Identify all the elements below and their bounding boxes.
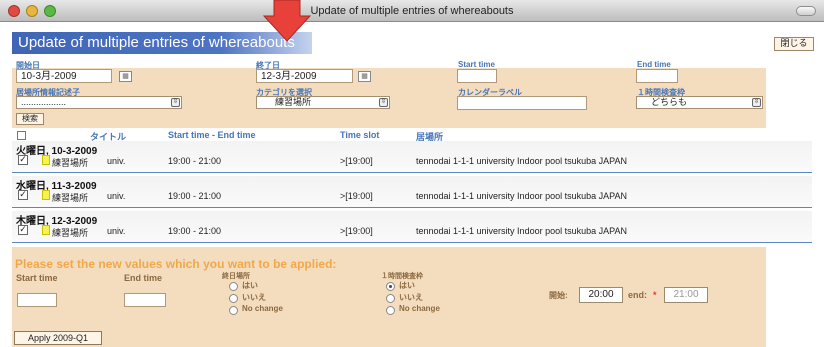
row-background [12, 211, 812, 243]
row-checkbox[interactable]: ✓ [18, 225, 28, 235]
allday-no-label: いいえ [242, 293, 266, 302]
bulk-end-time-label: End time [124, 273, 163, 283]
table-row: 木曜日, 12-3-2009 ✓ 練習場所 univ. 19:00 - 21:0… [12, 211, 812, 243]
row-checkbox[interactable]: ✓ [18, 155, 28, 165]
category-select[interactable]: 練習場所 ⇳ [256, 96, 390, 109]
window-titlebar: Update of multiple entries of whereabout… [0, 0, 824, 22]
row-category: 練習場所 [52, 193, 89, 203]
table-row: 水曜日, 11-3-2009 ✓ 練習場所 univ. 19:00 - 21:0… [12, 176, 812, 208]
begin-time-label: 開始: [549, 291, 568, 300]
search-start-time-input[interactable] [457, 69, 497, 83]
row-background [12, 141, 812, 173]
allday-no-radio[interactable] [229, 294, 238, 303]
onehour-select[interactable]: どちらも ⇳ [636, 96, 763, 109]
end-time-display[interactable]: 21:00 [664, 287, 708, 303]
end-time-label: end: [628, 290, 647, 300]
search-start-time-label: Start time [458, 60, 495, 69]
row-checkbox[interactable]: ✓ [18, 190, 28, 200]
select-arrow-icon: ⇳ [752, 98, 761, 107]
column-header-time: Start time - End time [168, 130, 256, 140]
allday-nochange-label: No change [242, 304, 283, 313]
row-place: tennodai 1-1-1 university Indoor pool ts… [416, 226, 627, 236]
close-button[interactable]: 閉じる [774, 37, 814, 51]
row-day-label: 木曜日, 12-3-2009 [16, 216, 98, 227]
search-end-time-input[interactable] [636, 69, 678, 83]
row-slot: >[19:00] [340, 156, 373, 166]
category-color-swatch [42, 190, 50, 200]
window-title: Update of multiple entries of whereabout… [310, 5, 514, 17]
page-title: Update of multiple entries of whereabout… [18, 34, 295, 51]
descriptor-select-value: .................. [21, 97, 67, 107]
row-slot: >[19:00] [340, 226, 373, 236]
row-category: 練習場所 [52, 158, 89, 168]
bulk-start-time-label: Start time [16, 273, 58, 283]
allday-yes-radio[interactable] [229, 282, 238, 291]
start-date-field[interactable]: 10-3月-2009 [16, 69, 112, 83]
end-date-calendar-icon[interactable]: ▦ [358, 71, 371, 82]
row-day-label: 火曜日, 10-3-2009 [16, 146, 98, 157]
category-color-swatch [42, 155, 50, 165]
onehour-yes-radio[interactable] [386, 282, 395, 291]
row-background [12, 176, 812, 208]
onehour-yes-label: はい [399, 281, 415, 290]
select-arrow-icon: ⇳ [171, 98, 180, 107]
select-all-checkbox[interactable] [17, 131, 26, 140]
allday-yes-label: はい [242, 281, 258, 290]
apply-button[interactable]: Apply 2009-Q1 [14, 331, 102, 345]
search-end-time-label: End time [637, 60, 671, 69]
row-title: univ. [107, 156, 126, 166]
bulk-end-time-input[interactable] [124, 293, 166, 307]
descriptor-select[interactable]: .................. ⇳ [16, 96, 182, 109]
end-date-field[interactable]: 12-3月-2009 [256, 69, 353, 83]
toolbar-toggle-button[interactable] [796, 6, 816, 16]
start-date-calendar-icon[interactable]: ▦ [119, 71, 132, 82]
onehour-no-label: いいえ [399, 293, 423, 302]
onehour-no-radio[interactable] [386, 294, 395, 303]
table-row: 火曜日, 10-3-2009 ✓ 練習場所 univ. 19:00 - 21:0… [12, 141, 812, 173]
onehour-select-value: どちらも [651, 97, 688, 107]
row-place: tennodai 1-1-1 university Indoor pool ts… [416, 191, 627, 201]
category-color-swatch [42, 225, 50, 235]
select-arrow-icon: ⇳ [379, 98, 388, 107]
bulk-start-time-input[interactable] [17, 293, 57, 307]
category-select-value: 練習場所 [275, 97, 312, 107]
column-header-slot: Time slot [340, 130, 380, 140]
begin-time-input[interactable]: 20:00 [579, 287, 623, 303]
row-place: tennodai 1-1-1 university Indoor pool ts… [416, 156, 627, 166]
bulk-update-title: Please set the new values which you want… [15, 257, 337, 271]
onehour-nochange-radio[interactable] [386, 306, 395, 315]
row-time: 19:00 - 21:00 [168, 226, 222, 236]
annotation-arrow-icon [262, 0, 312, 42]
row-slot: >[19:00] [340, 191, 373, 201]
onehour-nochange-label: No change [399, 304, 440, 313]
row-title: univ. [107, 191, 126, 201]
allday-nochange-radio[interactable] [229, 306, 238, 315]
row-title: univ. [107, 226, 126, 236]
row-category: 練習場所 [52, 228, 89, 238]
row-day-label: 水曜日, 11-3-2009 [16, 181, 97, 192]
required-mark: * [653, 290, 657, 300]
row-time: 19:00 - 21:00 [168, 156, 222, 166]
calendar-label-input[interactable] [457, 96, 587, 110]
row-time: 19:00 - 21:00 [168, 191, 222, 201]
search-button[interactable]: 検索 [16, 113, 44, 125]
